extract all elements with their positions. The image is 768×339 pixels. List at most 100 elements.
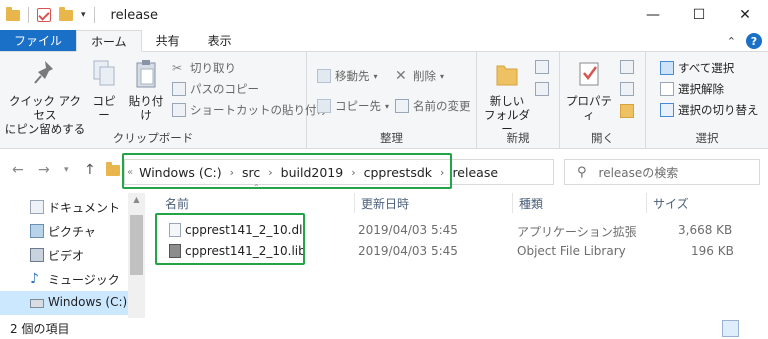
tab-share[interactable]: 共有 (142, 30, 194, 51)
paste-shortcut-icon (172, 103, 186, 117)
column-header-modified[interactable]: 更新日時 (354, 193, 512, 213)
copy-to-button[interactable]: コピー先 ▾ (317, 98, 389, 114)
scrollbar-thumb[interactable] (130, 215, 143, 275)
open-icon (620, 60, 634, 74)
tab-view[interactable]: 表示 (194, 30, 246, 51)
group-label-new: 新規 (506, 131, 530, 145)
window-title: release (110, 7, 158, 23)
nav-item-windows-c[interactable]: Windows (C:) (0, 291, 128, 315)
select-none-button[interactable]: 選択解除 (660, 81, 724, 97)
file-type: Object File Library (517, 244, 626, 258)
history-icon (620, 104, 634, 118)
group-organize: 移動先 ▾ コピー先 ▾ ✕ 削除 ▾ 名前の変更 整理 (307, 52, 477, 149)
rename-label: 名前の変更 (413, 99, 471, 113)
quick-access-toolbar: ▾ (0, 0, 103, 30)
nav-item-videos[interactable]: ビデオ (0, 243, 128, 267)
column-header-size[interactable]: サイズ (646, 193, 736, 213)
properties-label: プロパティ (566, 94, 612, 122)
collapse-ribbon-icon[interactable]: ⌃ (727, 35, 736, 48)
tab-file[interactable]: ファイル (0, 30, 77, 51)
paste-label: 貼り付け (128, 94, 164, 122)
column-header-name[interactable]: 名前 (159, 193, 353, 213)
select-all-icon (660, 61, 674, 75)
delete-x-icon: ✕ (395, 68, 407, 84)
easy-access-icon (535, 82, 549, 96)
pin-icon (34, 61, 53, 84)
column-header-type[interactable]: 種類 (512, 193, 646, 213)
file-size: 196 KB (691, 244, 734, 258)
navigation-pane: ドキュメント ピクチャ ビデオ ♪ ミュージック Windows (C:) (0, 193, 145, 318)
file-modified: 2019/04/03 5:45 (358, 223, 458, 237)
address-row: ← → ▾ ↑ « Windows (C:) › src › build2019… (0, 149, 768, 193)
chevron-down-icon: ▾ (440, 71, 445, 81)
ribbon: クイック アクセス にピン留めする コピー 貼り付け ✂ 切り取り パスのコピー (0, 52, 768, 149)
edit-button[interactable] (620, 82, 634, 96)
move-to-button[interactable]: 移動先 ▾ (317, 68, 378, 84)
drive-icon (30, 299, 44, 308)
group-label-organize: 整理 (380, 131, 403, 145)
nav-scrollbar[interactable]: ▲ (128, 193, 145, 318)
cut-label: 切り取り (190, 61, 236, 75)
nav-item-label: ビデオ (48, 249, 85, 263)
nav-item-label: Windows (C:) (48, 295, 128, 309)
location-folder-icon (106, 162, 120, 180)
copy-path-icon (172, 82, 186, 96)
rename-button[interactable]: 名前の変更 (395, 98, 471, 114)
select-none-icon (660, 82, 674, 96)
nav-item-label: ピクチャ (48, 225, 96, 239)
nav-item-music[interactable]: ♪ ミュージック (0, 267, 128, 291)
select-all-button[interactable]: すべて選択 (660, 60, 734, 76)
back-arrow-icon[interactable]: ← (12, 162, 24, 178)
paste-shortcut-button[interactable]: ショートカットの貼り付け (172, 102, 328, 118)
sort-indicator-icon: ⌃ (253, 183, 260, 192)
easy-access-button[interactable] (535, 82, 549, 96)
chevron-down-icon[interactable]: ▾ (81, 10, 86, 20)
move-to-icon (317, 69, 331, 83)
scroll-up-icon[interactable]: ▲ (128, 195, 145, 204)
properties-button[interactable]: プロパティ (564, 58, 614, 122)
breadcrumb-item-release[interactable]: release (452, 165, 498, 180)
properties-icon (579, 62, 599, 86)
scissors-icon: ✂ (172, 61, 183, 75)
help-icon[interactable]: ? (746, 33, 762, 49)
chevron-down-icon: ▾ (373, 71, 378, 81)
maximize-button[interactable]: ☐ (676, 0, 722, 30)
copy-path-button[interactable]: パスのコピー (172, 81, 259, 97)
paste-button[interactable]: 貼り付け (124, 58, 168, 122)
minimize-button[interactable]: — (630, 0, 676, 30)
documents-icon (30, 200, 44, 214)
properties-check-icon[interactable] (37, 8, 51, 22)
large-icons-view-icon[interactable] (743, 320, 760, 337)
recent-dropdown-icon[interactable]: ▾ (64, 165, 69, 175)
music-note-icon: ♪ (30, 271, 39, 287)
file-size: 3,668 KB (678, 223, 733, 237)
copy-button[interactable]: コピー (88, 58, 120, 122)
forward-arrow-icon[interactable]: → (38, 162, 50, 178)
folder-icon (6, 6, 20, 21)
search-box[interactable]: ⚲ releaseの検索 (564, 159, 760, 185)
highlight-box-address (122, 153, 452, 189)
highlight-box-files (155, 213, 305, 265)
details-view-icon[interactable] (722, 320, 739, 337)
invert-selection-button[interactable]: 選択の切り替え (660, 102, 759, 118)
delete-button[interactable]: ✕ 削除 ▾ (395, 68, 444, 84)
new-item-icon (535, 60, 549, 74)
new-folder-button[interactable]: 新しい フォルダー (481, 58, 533, 136)
nav-item-pictures[interactable]: ピクチャ (0, 219, 128, 243)
invert-selection-label: 選択の切り替え (678, 103, 759, 117)
up-arrow-icon[interactable]: ↑ (84, 162, 96, 178)
item-count: 2 個の項目 (10, 322, 70, 336)
open-button[interactable] (620, 60, 634, 74)
pin-quick-access-button[interactable]: クイック アクセス にピン留めする (4, 58, 86, 136)
move-to-label: 移動先 (335, 69, 370, 83)
tab-home[interactable]: ホーム (76, 30, 142, 52)
cut-button[interactable]: ✂ 切り取り (172, 60, 236, 76)
nav-item-label: ドキュメント (48, 201, 121, 215)
new-item-button[interactable] (535, 60, 549, 74)
close-button[interactable]: ✕ (722, 0, 768, 30)
history-button[interactable] (620, 104, 634, 118)
new-folder-icon[interactable] (59, 6, 73, 21)
paste-icon (136, 60, 156, 88)
nav-item-documents[interactable]: ドキュメント (0, 195, 128, 219)
group-label-select: 選択 (695, 131, 719, 145)
